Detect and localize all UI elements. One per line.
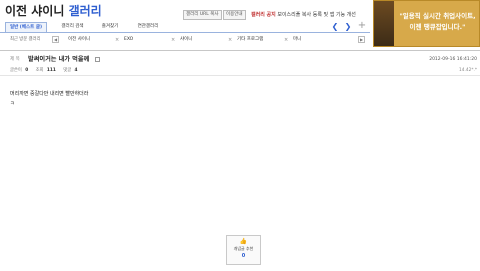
copy-url-button[interactable]: 갤러리 URL 복사 (183, 10, 222, 20)
post-header: 제 목 발써이거는 내가 먹을께 2012-09-16 16:41:20 글쓴이… (0, 50, 480, 76)
post-subject: 발써이거는 내가 먹을께 (28, 56, 90, 63)
subject-label: 제 목 (10, 57, 20, 62)
ad-banner[interactable]: "일용직 실시간 취업사이트, 이젠 땡큐잡입니다." (373, 0, 480, 47)
tab-favorites[interactable]: 즐겨찾기 (95, 22, 125, 32)
post-body-line: ㅋ (10, 101, 15, 107)
recent-prev-icon[interactable]: ◀ (52, 36, 59, 43)
banner-line-1: "일용직 실시간 취업사이트, (399, 12, 476, 20)
thumbs-up-icon: 👍 (239, 238, 248, 245)
gallery-notice[interactable]: 갤러리 공지 보이스리플 복사 등록 및 앱 기능 개선 (251, 10, 356, 20)
close-icon[interactable]: × (284, 35, 288, 45)
recommend-label: 개념글 추천 (233, 246, 254, 251)
author-value[interactable]: 0 (25, 68, 28, 73)
gallery-title[interactable]: 이전 샤이니 갤러리 (5, 3, 102, 19)
post-date: 2012-09-16 16:41:20 (429, 57, 477, 62)
plus-icon[interactable]: + (356, 20, 368, 32)
gallery-tabs: 일반 (베스트 글) 갤러리 검색 즐겨찾기 연관갤러리 (0, 22, 370, 32)
recent-chip-5[interactable]: 마니 (293, 35, 301, 45)
tab-general[interactable]: 일반 (베스트 글) (5, 22, 47, 32)
close-icon[interactable]: × (228, 35, 232, 45)
recent-chip-1[interactable]: 이전 샤이니 (68, 35, 90, 45)
notice-text[interactable]: 보이스리플 복사 등록 및 앱 기능 개선 (277, 12, 356, 18)
gallery-title-suffix[interactable]: 갤러리 (69, 4, 102, 18)
author-label: 글쓴이 (10, 68, 22, 73)
recommend-count: 0 (241, 253, 246, 259)
close-icon[interactable]: × (171, 35, 175, 45)
comments-value[interactable]: 4 (75, 68, 78, 73)
comments-label: 댓글 (63, 68, 72, 73)
gallery-title-name[interactable]: 이전 샤이니 (5, 4, 64, 18)
recent-label: 최근 방문 갤러리 (10, 37, 41, 42)
recent-next-icon[interactable]: ▶ (358, 36, 365, 43)
tab-related[interactable]: 연관갤러리 (130, 22, 166, 32)
tab-search[interactable]: 갤러리 검색 (55, 22, 90, 32)
views-label: 조회 (35, 68, 44, 73)
recent-chip-2[interactable]: EXO (124, 35, 133, 45)
views-value: 111 (46, 68, 56, 73)
guide-button[interactable]: 이용안내 (223, 10, 246, 20)
recent-galleries: 최근 방문 갤러리 ◀ 이전 샤이니 × EXO × 샤이니 × 기타 프로그램… (4, 35, 370, 45)
post-body: 머리까면 중갈다만 내리면 빨만하더라 ㅋ (10, 89, 410, 109)
post-meta: 글쓴이 0 조회 111 댓글 4 (10, 67, 84, 75)
next-arrow-icon[interactable]: ❯ (343, 21, 353, 32)
recent-chip-3[interactable]: 샤이니 (180, 35, 192, 45)
recommend-button[interactable]: 👍 개념글 추천 0 (226, 235, 261, 265)
banner-person-image (374, 1, 394, 46)
close-icon[interactable]: × (115, 35, 119, 45)
post-ip: 14.42*.* (459, 68, 477, 73)
tabs-divider (0, 32, 370, 33)
notice-label: 갤러리 공지 (251, 12, 276, 18)
post-body-line: 머리까면 중갈다만 내리면 빨만하더라 (10, 91, 89, 97)
banner-line-2: 이젠 땡큐잡입니다." (409, 23, 466, 31)
recent-chip-4[interactable]: 기타 프로그램 (237, 35, 263, 45)
image-attachment-icon (95, 57, 100, 62)
prev-arrow-icon[interactable]: ❮ (330, 21, 340, 32)
